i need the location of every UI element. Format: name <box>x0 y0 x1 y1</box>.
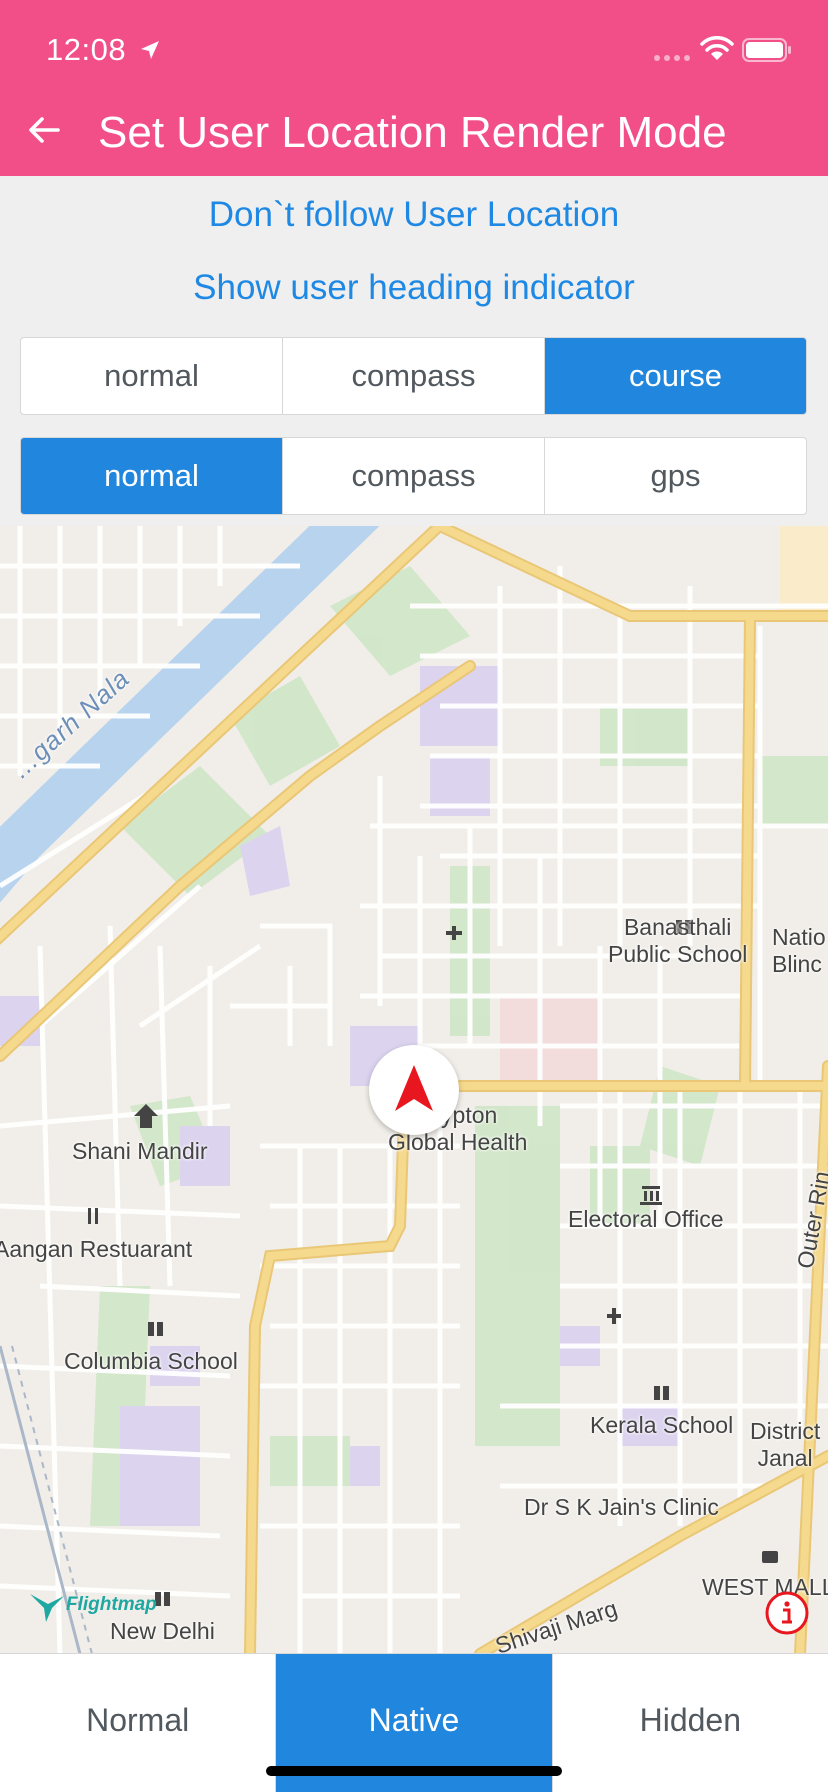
info-icon[interactable] <box>764 1590 810 1636</box>
wifi-icon <box>700 36 734 60</box>
status-time: 12:08 <box>46 32 127 67</box>
back-arrow-icon[interactable] <box>26 112 62 148</box>
render-mode-segment: normal compass gps <box>20 437 807 515</box>
page-title: Set User Location Render Mode <box>98 108 727 157</box>
segment-option-gps[interactable]: gps <box>545 438 806 514</box>
tab-hidden[interactable]: Hidden <box>553 1654 828 1792</box>
map-label-kerala: Kerala School <box>590 1412 734 1438</box>
segment-option-compass[interactable]: compass <box>283 338 545 414</box>
segment-option-course[interactable]: course <box>545 338 806 414</box>
bird-logo-icon <box>30 1594 64 1622</box>
show-heading-button[interactable]: Show user heading indicator <box>0 268 828 308</box>
map-label-banasthali: Banasthali Public School <box>608 914 748 967</box>
segment-option-normal[interactable]: normal <box>21 338 283 414</box>
battery-icon <box>742 38 791 62</box>
map-label-electoral-office: Electoral Office <box>568 1206 724 1232</box>
map-view[interactable]: …garh Nala Banasthali Public School Nati… <box>0 526 828 1654</box>
location-arrow-icon <box>141 41 159 59</box>
map-label-shani-mandir: Shani Mandir <box>72 1138 208 1164</box>
app-header: 12:08 Set User Location Render Mode <box>0 0 828 176</box>
navigation-arrow-icon <box>395 1065 433 1111</box>
map-label-aangan: Aangan Restuarant <box>0 1236 193 1262</box>
tab-normal[interactable]: Normal <box>0 1654 277 1792</box>
flightmap-logo: Flightmap <box>28 1586 178 1626</box>
flightmap-attribution: Flightmap <box>66 1594 157 1615</box>
map-label-national: Natio Blinc <box>772 924 826 977</box>
map-label-dr-sk-jain: Dr S K Jain's Clinic <box>524 1494 719 1520</box>
home-indicator[interactable] <box>266 1766 562 1776</box>
heading-mode-segment: normal compass course <box>20 337 807 415</box>
segment-option-compass[interactable]: compass <box>283 438 545 514</box>
segment-option-normal[interactable]: normal <box>21 438 283 514</box>
map-label-columbia: Columbia School <box>64 1348 238 1374</box>
user-location-marker <box>369 1045 459 1135</box>
signal-dots-icon <box>654 55 690 61</box>
map-label-district: District Janal <box>750 1418 821 1471</box>
dont-follow-button[interactable]: Don`t follow User Location <box>0 195 828 235</box>
